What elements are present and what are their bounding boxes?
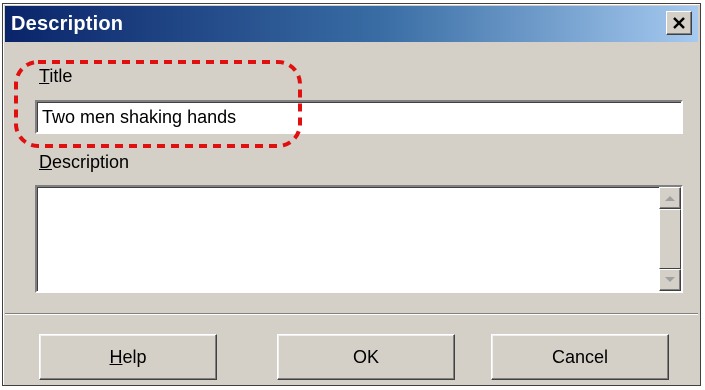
close-button[interactable]	[666, 11, 692, 35]
title-label: Title	[39, 66, 72, 87]
cancel-button[interactable]: Cancel	[491, 334, 669, 380]
arrow-up-icon	[665, 196, 675, 201]
title-bar[interactable]: Description	[5, 6, 698, 42]
button-separator	[5, 313, 698, 315]
description-textarea[interactable]	[35, 185, 683, 293]
ok-button[interactable]: OK	[277, 334, 455, 380]
title-label-text: itle	[49, 66, 73, 86]
help-button[interactable]: Help	[39, 334, 217, 380]
scroll-down-button[interactable]	[659, 269, 681, 291]
title-label-mnemonic: T	[39, 66, 50, 86]
description-scrollbar[interactable]	[659, 187, 681, 291]
arrow-down-icon	[665, 277, 675, 282]
description-label-mnemonic: D	[39, 152, 52, 172]
help-mnemonic: H	[109, 346, 123, 367]
description-label: Description	[39, 152, 129, 173]
help-label: elp	[122, 346, 147, 367]
dialog-title: Description	[11, 13, 124, 35]
title-input[interactable]	[35, 100, 683, 134]
ok-label: OK	[352, 346, 379, 367]
description-label-text: escription	[52, 152, 130, 172]
description-dialog: Description Title Description Help OK	[2, 3, 701, 386]
scroll-thumb[interactable]	[659, 209, 681, 269]
close-icon	[673, 17, 685, 29]
cancel-label: Cancel	[551, 346, 609, 367]
scroll-up-button[interactable]	[659, 187, 681, 209]
